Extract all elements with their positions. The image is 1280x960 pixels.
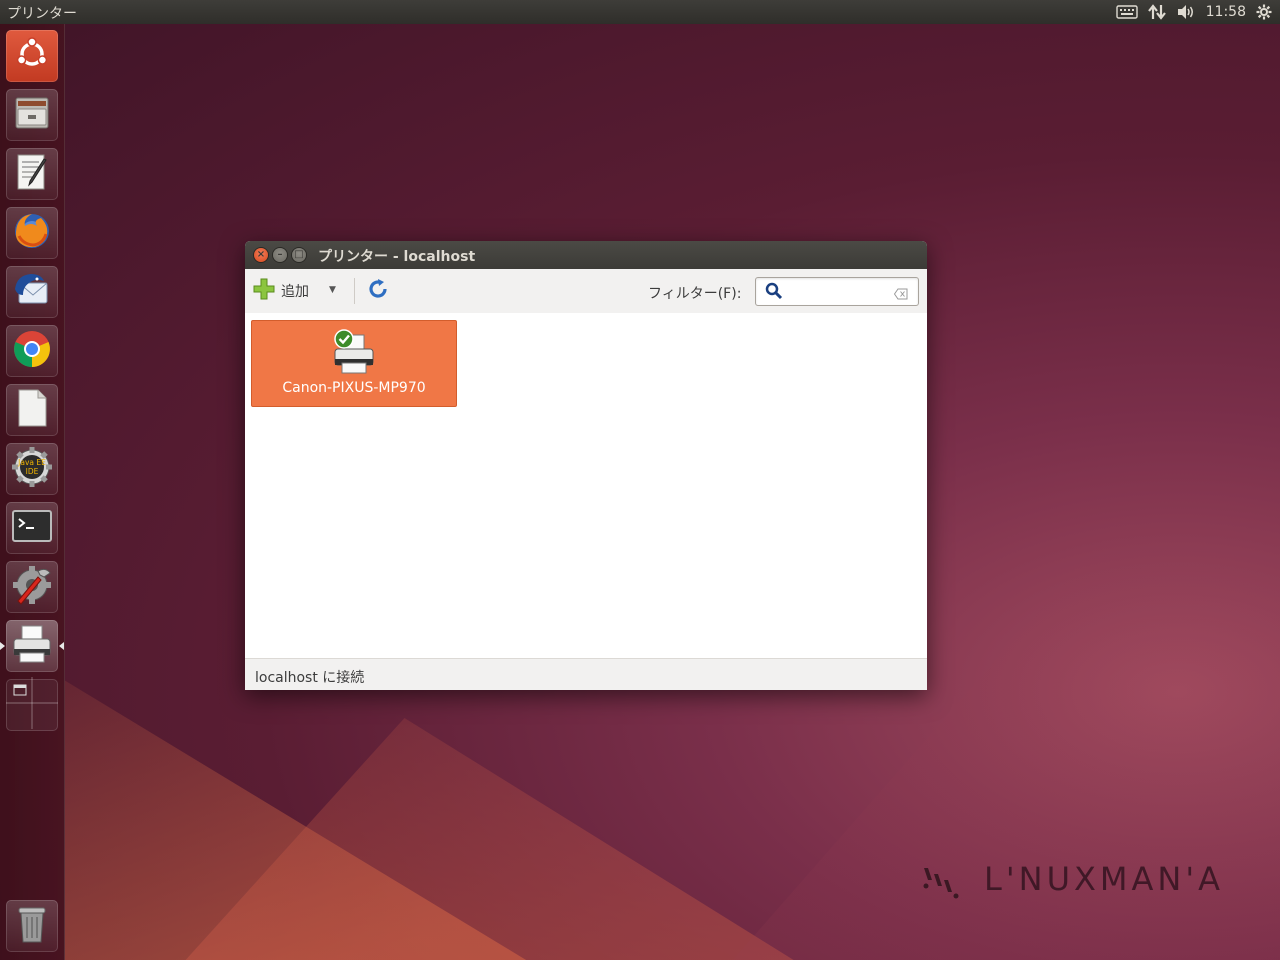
workspace-switcher-icon <box>6 677 58 733</box>
running-indicator <box>0 642 5 650</box>
launcher-system-settings[interactable] <box>6 561 58 613</box>
document-icon <box>12 387 52 433</box>
minimize-icon: – <box>277 249 283 260</box>
refresh-icon <box>367 278 389 304</box>
launcher-dash-home[interactable] <box>6 30 58 82</box>
indicator-area: 11:58 <box>1115 0 1272 24</box>
printer-item[interactable]: Canon-PIXUS-MP970 <box>251 320 457 407</box>
connection-status: localhost に接続 <box>255 670 365 686</box>
launcher-chrome[interactable] <box>6 325 58 377</box>
firefox-icon <box>11 210 53 256</box>
clear-search-icon[interactable] <box>893 285 908 304</box>
launcher-java-ee-ide[interactable]: Java EE IDE <box>6 443 58 495</box>
settings-gear-icon[interactable] <box>1256 4 1272 20</box>
add-label: 追加 <box>281 284 309 300</box>
launcher-libreoffice[interactable] <box>6 384 58 436</box>
volume-icon[interactable] <box>1176 4 1196 20</box>
keyboard-icon[interactable] <box>1115 5 1138 19</box>
svg-text:IDE: IDE <box>26 467 39 476</box>
trash-icon <box>12 902 52 950</box>
launcher-trash[interactable] <box>6 900 58 952</box>
network-icon[interactable] <box>1147 4 1166 20</box>
printer-icon <box>332 329 376 379</box>
minimize-button[interactable]: – <box>273 248 287 262</box>
focused-indicator <box>59 642 64 650</box>
clock[interactable]: 11:58 <box>1206 4 1246 20</box>
filter-search-input[interactable] <box>755 277 919 306</box>
terminal-icon <box>10 506 54 550</box>
active-app-title: プリンター <box>7 6 77 22</box>
close-button[interactable]: × <box>254 248 268 262</box>
launcher-workspace-switcher[interactable] <box>6 677 58 733</box>
launcher-printers[interactable] <box>6 620 58 672</box>
printer-name: Canon-PIXUS-MP970 <box>282 380 426 396</box>
toolbar-separator <box>354 278 355 304</box>
watermark-text: L'NUXMAN'A <box>984 860 1225 898</box>
thunderbird-icon <box>11 269 53 315</box>
ubuntu-logo-icon <box>14 36 50 76</box>
add-dropdown-arrow-icon[interactable]: ▼ <box>329 285 336 295</box>
toolbar: 追加 ▼ フィルター(F): <box>245 269 927 314</box>
file-cabinet-icon <box>12 93 52 137</box>
java-ee-ide-icon: Java EE IDE <box>10 445 54 493</box>
search-icon <box>765 282 783 304</box>
launcher-firefox[interactable] <box>6 207 58 259</box>
chrome-icon <box>11 328 53 374</box>
status-bar: localhost に接続 <box>245 658 927 690</box>
window-title: プリンター - localhost <box>318 249 476 265</box>
printer-icon <box>10 623 54 669</box>
launcher-files[interactable] <box>6 89 58 141</box>
close-icon: × <box>256 249 266 260</box>
filter-label: フィルター(F): <box>648 286 742 302</box>
maximize-icon: □ <box>294 249 304 260</box>
printer-list-area[interactable]: Canon-PIXUS-MP970 <box>245 313 927 658</box>
window-titlebar[interactable]: × – □ プリンター - localhost <box>245 241 927 269</box>
plus-icon <box>253 278 275 304</box>
launcher-thunderbird[interactable] <box>6 266 58 318</box>
launcher: Java EE IDE <box>0 24 65 960</box>
svg-text:Java EE: Java EE <box>17 458 46 467</box>
launcher-terminal[interactable] <box>6 502 58 554</box>
launcher-text-editor[interactable] <box>6 148 58 200</box>
system-settings-icon <box>10 563 54 611</box>
printers-window: × – □ プリンター - localhost 追加 ▼ フィルター(F): C… <box>245 241 927 690</box>
top-panel: プリンター 11:58 <box>0 0 1280 24</box>
refresh-button[interactable] <box>365 278 391 304</box>
text-editor-icon <box>12 152 52 196</box>
watermark-logo-icon <box>918 862 962 906</box>
maximize-button[interactable]: □ <box>292 248 306 262</box>
add-printer-button[interactable]: 追加 <box>253 277 309 305</box>
